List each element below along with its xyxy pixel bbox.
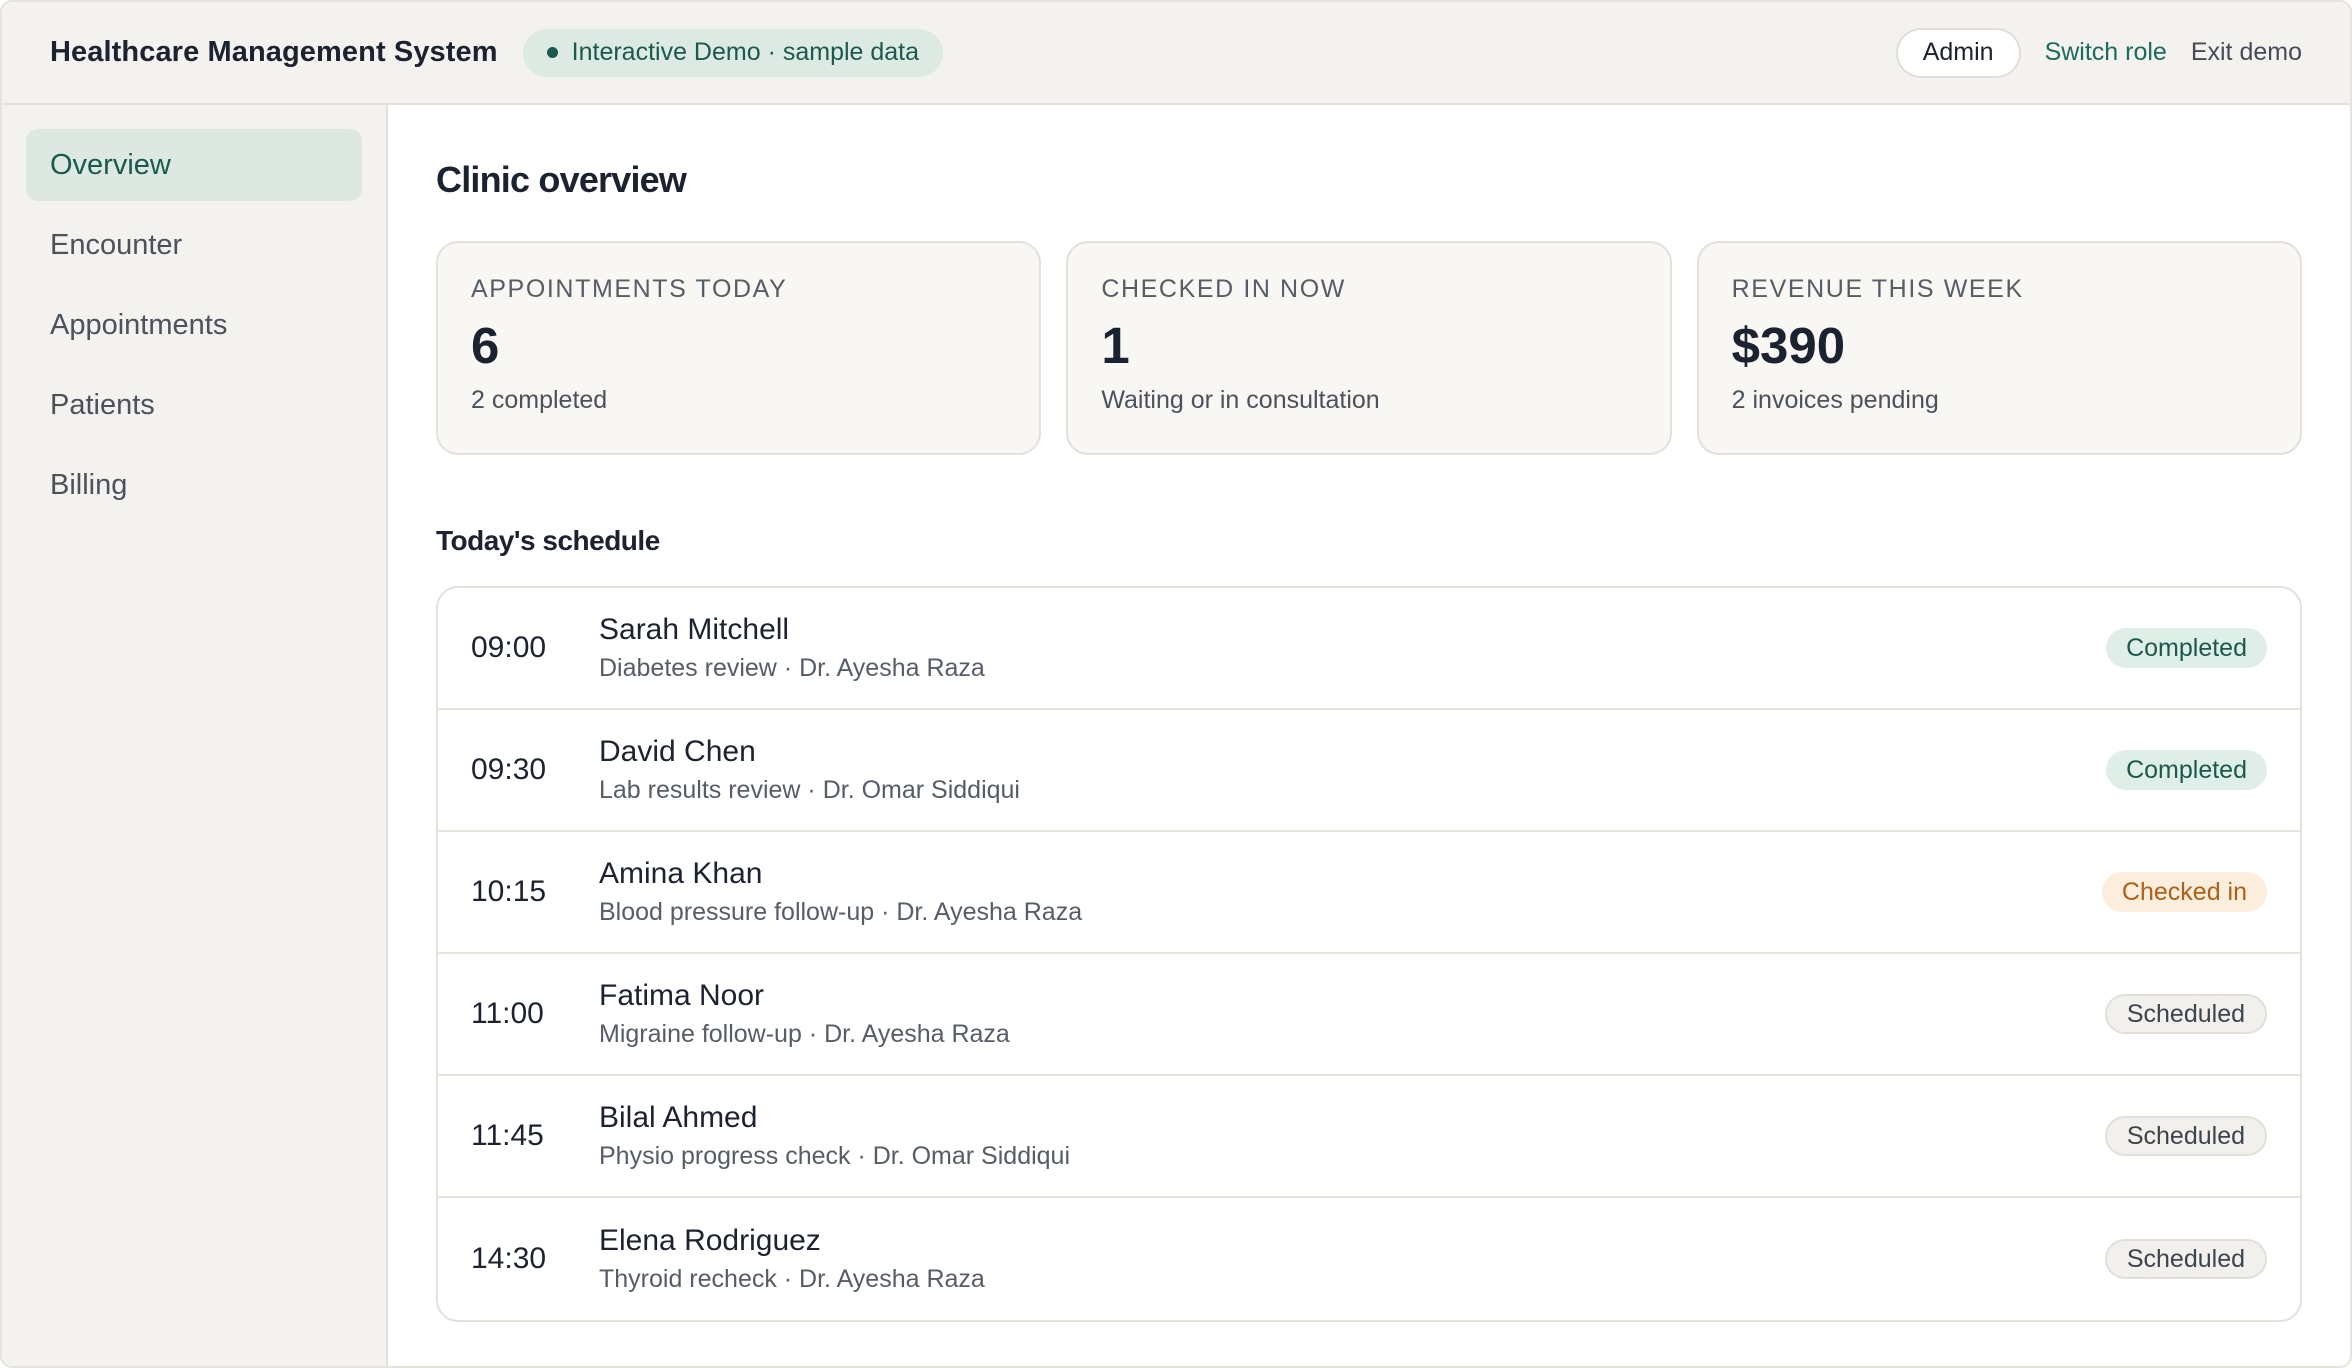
sidebar: Overview Encounter Appointments Patients…	[2, 105, 388, 1366]
app-window: Healthcare Management System Interactive…	[0, 0, 2352, 1368]
stat-card-revenue: Revenue this week $390 2 invoices pendin…	[1696, 241, 2302, 455]
stat-card-value: $390	[1731, 317, 1846, 374]
switch-role-link[interactable]: Switch role	[2045, 38, 2167, 67]
main-content: Clinic overview Appointments today 6 2 c…	[388, 105, 2350, 1366]
stat-card-value: 1	[1101, 317, 1130, 374]
page-title: Clinic overview	[436, 159, 687, 200]
schedule-row[interactable]: 10:15 Amina Khan Blood pressure follow-u…	[438, 832, 2300, 954]
stat-cards: Appointments today 6 2 completed Checked…	[436, 241, 2302, 455]
patient-name: David Chen	[599, 735, 756, 769]
appointment-description: Blood pressure follow-up · Dr. Ayesha Ra…	[599, 897, 1083, 926]
appointment-info: Bilal Ahmed Physio progress check · Dr. …	[599, 1101, 2105, 1171]
appointment-description: Migraine follow-up · Dr. Ayesha Raza	[599, 1019, 1010, 1048]
appointment-description: Lab results review · Dr. Omar Siddiqui	[599, 775, 1020, 804]
sidebar-item-overview[interactable]: Overview	[26, 129, 362, 201]
appointment-time: 11:00	[471, 997, 544, 1030]
stat-card-subtext: 2 invoices pending	[1731, 386, 1939, 415]
stat-card-label: Revenue this week	[1731, 275, 2024, 303]
appointment-info: Sarah Mitchell Diabetes review · Dr. Aye…	[599, 613, 2106, 683]
sidebar-item-patients[interactable]: Patients	[26, 369, 362, 441]
stat-card-subtext: 2 completed	[471, 386, 608, 415]
appointment-time: 11:45	[471, 1119, 544, 1152]
stat-card-label: Appointments today	[471, 275, 788, 303]
app-title: Healthcare Management System	[50, 36, 498, 68]
status-badge: Checked in	[2101, 872, 2267, 912]
patient-name: Amina Khan	[599, 857, 763, 891]
schedule-title: Today's schedule	[436, 525, 660, 556]
appointment-description: Diabetes review · Dr. Ayesha Raza	[599, 653, 985, 682]
demo-badge: Interactive Demo · sample data	[522, 28, 944, 77]
status-dot-icon	[546, 47, 558, 58]
patient-name: Elena Rodriguez	[599, 1224, 821, 1258]
appointment-info: Fatima Noor Migraine follow-up · Dr. Aye…	[599, 979, 2105, 1049]
patient-name: Fatima Noor	[599, 979, 765, 1013]
status-badge: Completed	[2106, 750, 2267, 790]
schedule-row[interactable]: 11:00 Fatima Noor Migraine follow-up · D…	[438, 954, 2300, 1076]
schedule-row[interactable]: 09:00 Sarah Mitchell Diabetes review · D…	[438, 588, 2300, 710]
appointment-info: Elena Rodriguez Thyroid recheck · Dr. Ay…	[599, 1224, 2105, 1294]
sidebar-item-billing[interactable]: Billing	[26, 449, 362, 521]
appointment-description: Thyroid recheck · Dr. Ayesha Raza	[599, 1264, 985, 1293]
appointment-time: 09:30	[471, 753, 547, 786]
schedule-list: 09:00 Sarah Mitchell Diabetes review · D…	[436, 586, 2302, 1322]
stat-card-appointments: Appointments today 6 2 completed	[436, 241, 1042, 455]
schedule-row[interactable]: 11:45 Bilal Ahmed Physio progress check …	[438, 1076, 2300, 1198]
status-badge: Scheduled	[2104, 994, 2267, 1034]
schedule-row[interactable]: 14:30 Elena Rodriguez Thyroid recheck · …	[438, 1198, 2300, 1320]
stat-card-subtext: Waiting or in consultation	[1101, 386, 1380, 415]
appointment-info: Amina Khan Blood pressure follow-up · Dr…	[599, 857, 2102, 927]
appointment-info: David Chen Lab results review · Dr. Omar…	[599, 735, 2106, 805]
top-bar: Healthcare Management System Interactive…	[2, 2, 2350, 105]
appointment-time: 14:30	[471, 1242, 547, 1275]
stat-card-value: 6	[471, 317, 500, 374]
stat-card-label: Checked in now	[1101, 275, 1346, 303]
demo-badge-label: Interactive Demo · sample data	[571, 38, 920, 66]
sidebar-item-encounter[interactable]: Encounter	[26, 209, 362, 281]
patient-name: Bilal Ahmed	[599, 1101, 758, 1135]
patient-name: Sarah Mitchell	[599, 613, 790, 647]
status-badge: Completed	[2106, 628, 2267, 668]
stat-card-checked-in: Checked in now 1 Waiting or in consultat…	[1066, 241, 1672, 455]
role-pill: Admin	[1895, 27, 2021, 78]
status-badge: Scheduled	[2104, 1116, 2267, 1156]
topbar-actions: Admin Switch role Exit demo	[1895, 27, 2302, 78]
appointment-time: 09:00	[471, 631, 547, 664]
sidebar-item-appointments[interactable]: Appointments	[26, 289, 362, 361]
schedule-row[interactable]: 09:30 David Chen Lab results review · Dr…	[438, 710, 2300, 832]
appointment-description: Physio progress check · Dr. Omar Siddiqu…	[599, 1141, 1071, 1170]
exit-demo-link[interactable]: Exit demo	[2191, 38, 2302, 67]
appointment-time: 10:15	[471, 875, 547, 908]
status-badge: Scheduled	[2104, 1239, 2267, 1279]
